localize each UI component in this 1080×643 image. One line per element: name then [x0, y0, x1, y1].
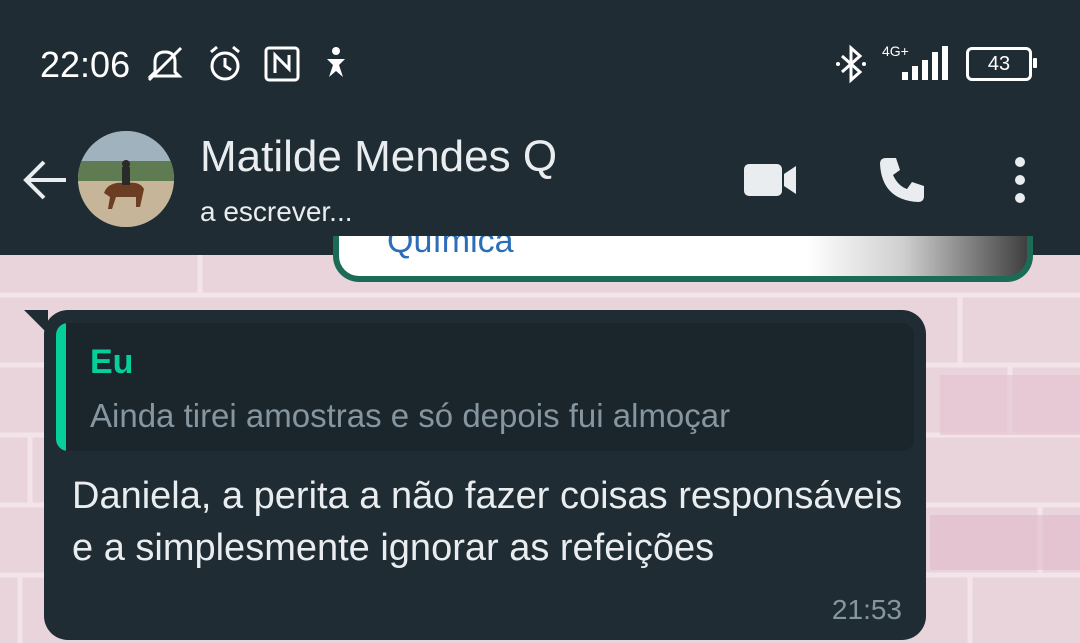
- status-time: 22:06: [40, 44, 131, 85]
- previous-message-text: Química: [387, 236, 514, 260]
- alarm-icon: [210, 45, 240, 81]
- accessibility-icon: [327, 47, 345, 77]
- chat-header: 22:06 4G+ 43 Matilde Mendes Q a escrever…: [0, 0, 1080, 255]
- voice-call-button[interactable]: [872, 150, 932, 210]
- typing-status: a escrever...: [200, 196, 353, 227]
- more-options-icon: [1015, 157, 1025, 203]
- video-call-button[interactable]: [740, 150, 800, 210]
- quote-accent-bar: [56, 323, 66, 451]
- battery-level: 43: [987, 52, 1011, 75]
- nfc-icon: [264, 46, 300, 82]
- quoted-text: Ainda tirei amostras e só depois fui alm…: [90, 397, 731, 434]
- signal-icon: [902, 46, 948, 80]
- message-time: 21:53: [831, 594, 902, 625]
- status-icons-left: [143, 44, 353, 84]
- voice-call-icon: [880, 158, 924, 202]
- signal-group: 4G+: [882, 44, 952, 84]
- more-options-button[interactable]: [990, 150, 1050, 210]
- contact-name[interactable]: Matilde Mendes Q: [200, 132, 557, 182]
- bluetooth-icon: [836, 44, 866, 84]
- avatar[interactable]: [78, 131, 174, 227]
- message-text: Daniela, a perita a não fazer coisas res…: [72, 475, 903, 569]
- status-icons-right: 4G+ 43: [834, 44, 1037, 84]
- video-call-icon: [744, 164, 796, 196]
- previous-message-bubble[interactable]: Química: [333, 236, 1033, 282]
- back-arrow-icon[interactable]: [20, 155, 70, 205]
- quoted-message[interactable]: Eu Ainda tirei amostras e só depois fui …: [56, 323, 914, 451]
- mute-icon: [147, 46, 183, 82]
- quoted-author: Eu: [90, 343, 134, 381]
- battery-icon: 43: [966, 47, 1037, 81]
